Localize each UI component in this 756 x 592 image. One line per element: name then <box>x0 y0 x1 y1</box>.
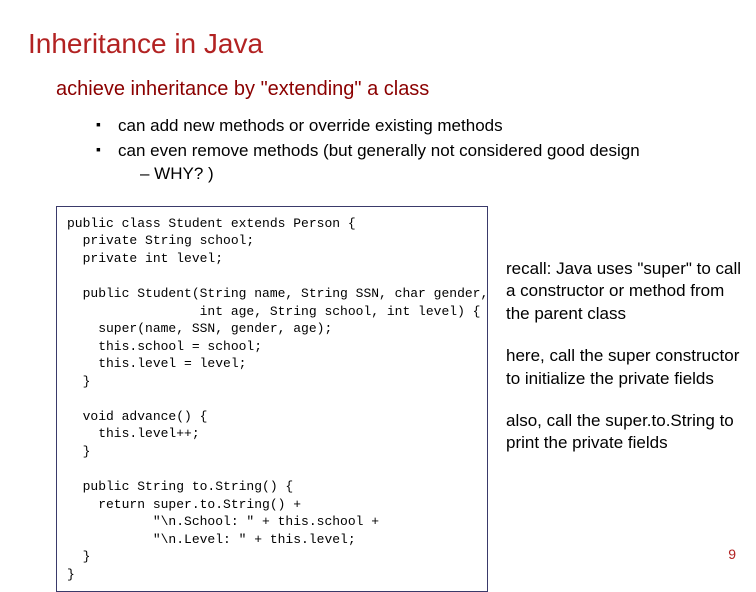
content-row: public class Student extends Person { pr… <box>56 206 744 592</box>
bullet-item: can even remove methods (but generally n… <box>96 140 744 186</box>
code-block: public class Student extends Person { pr… <box>56 206 488 592</box>
bullet-sub: – WHY? ) <box>118 164 214 183</box>
slide-subtitle: achieve inheritance by "extending" a cla… <box>56 78 744 101</box>
bullet-list: can add new methods or override existing… <box>96 115 744 186</box>
bullet-text: can even remove methods (but generally n… <box>118 141 640 160</box>
slide-title: Inheritance in Java <box>28 28 744 60</box>
bullet-item: can add new methods or override existing… <box>96 115 744 138</box>
side-notes: recall: Java uses "super" to call a cons… <box>506 206 744 592</box>
note-here: here, call the super constructor to init… <box>506 345 744 390</box>
note-recall: recall: Java uses "super" to call a cons… <box>506 258 744 325</box>
note-also: also, call the super.to.String to print … <box>506 410 744 455</box>
page-number: 9 <box>728 546 736 562</box>
